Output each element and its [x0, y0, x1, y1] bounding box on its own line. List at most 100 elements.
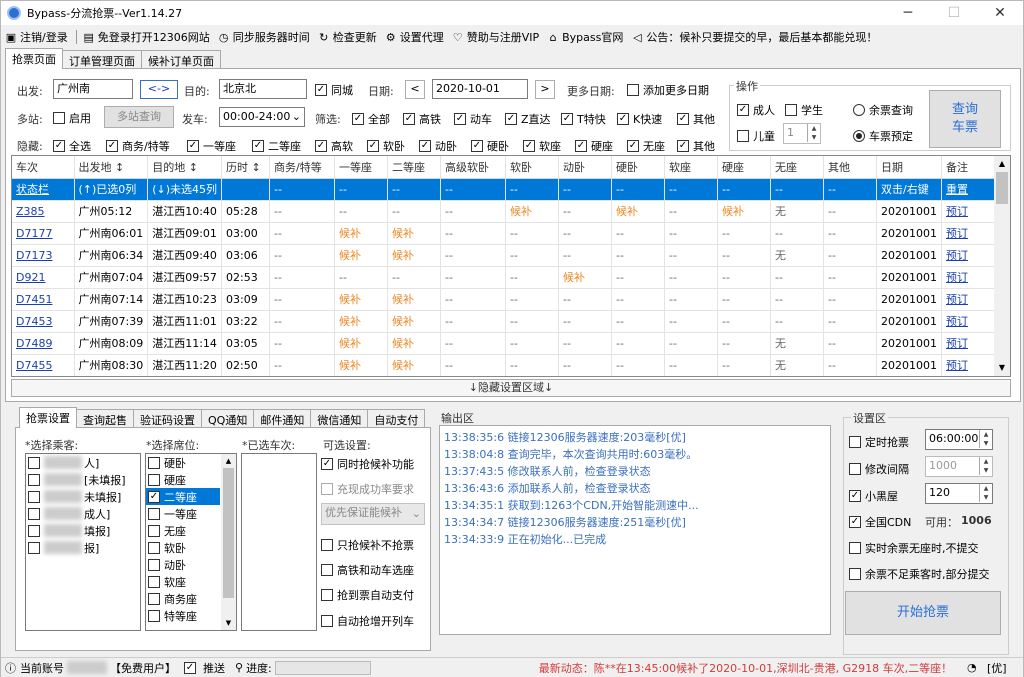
- table-row[interactable]: D7455 广州南08:30 湛江西11:20 02:50 -- 候补 候补 -- -- -- --…: [12, 354, 1009, 376]
- filter-other-checkbox[interactable]: 其他: [677, 111, 715, 127]
- waitlist-only-checkbox[interactable]: 只抢候补不抢票: [321, 537, 414, 553]
- hide-other-checkbox[interactable]: 其他: [677, 138, 715, 154]
- output-log[interactable]: 13:38:35:6 链接12306服务器速度:203毫秒[优] 13:38:04…: [439, 425, 831, 635]
- hide-soft-sleeper-checkbox[interactable]: 软卧: [367, 138, 405, 154]
- interval-input[interactable]: 1000 ▲ ▼: [925, 456, 993, 477]
- seat-list[interactable]: ▲ ▼ 硬卧硬座二等座一等座无座软卧动卧软座商务座特等座: [145, 453, 237, 631]
- scroll-up-icon[interactable]: ▲: [221, 454, 236, 468]
- extra-trains-checkbox[interactable]: 自动抢增开列车: [321, 613, 414, 629]
- passenger-item[interactable]: 成人]: [26, 505, 140, 522]
- remaining-query-radio[interactable]: 余票查询: [853, 102, 913, 118]
- seat-checkbox[interactable]: [148, 490, 160, 503]
- seat-checkbox[interactable]: [148, 456, 160, 469]
- hide-hard-sleeper-checkbox[interactable]: 硬卧: [471, 138, 509, 154]
- passenger-checkbox[interactable]: [28, 524, 40, 537]
- close-button[interactable]: ✕: [977, 1, 1023, 25]
- hide-all-checkbox[interactable]: 全选: [53, 138, 91, 154]
- filter-all-checkbox[interactable]: 全部: [352, 111, 390, 127]
- change-interval-checkbox[interactable]: 修改间隔: [849, 461, 909, 477]
- table-scrollbar[interactable]: ▲ ▼: [994, 156, 1010, 376]
- column-header[interactable]: 软卧: [505, 156, 559, 179]
- website-menu[interactable]: ⌂ Bypass官网: [547, 29, 624, 45]
- table-row[interactable]: D7451 广州南07:14 湛江西10:23 03:09 -- 候补 候补 -- -- -- --…: [12, 288, 1009, 311]
- passenger-checkbox[interactable]: [28, 541, 40, 554]
- enable-multi-checkbox[interactable]: 启用: [53, 110, 91, 126]
- train-number[interactable]: D7173: [12, 244, 75, 267]
- train-number[interactable]: 状态栏: [12, 178, 75, 201]
- train-number[interactable]: D921: [12, 266, 75, 289]
- to-input[interactable]: 北京北: [219, 79, 307, 99]
- waitlist-priority-select[interactable]: 优先保证能候补 ⌄: [321, 503, 425, 525]
- tab-ticket[interactable]: 抢票页面: [5, 48, 63, 69]
- train-number[interactable]: D7451: [12, 288, 75, 311]
- toggle-settings-bar[interactable]: ↓隐藏设置区域↓: [11, 379, 1011, 397]
- tab-waitlist-orders[interactable]: 候补订单页面: [141, 50, 221, 69]
- column-header[interactable]: 历时 ↕: [221, 156, 270, 179]
- hide-moving-sleeper-checkbox[interactable]: 动卧: [419, 138, 457, 154]
- tab-query-sale[interactable]: 查询起售: [76, 409, 134, 428]
- tab-autopay[interactable]: 自动支付: [367, 409, 426, 428]
- hide-high-soft-checkbox[interactable]: 高软: [315, 138, 353, 154]
- passenger-checkbox[interactable]: [28, 507, 40, 520]
- scroll-thumb[interactable]: [996, 172, 1008, 204]
- blackroom-checkbox[interactable]: 小黑屋: [849, 488, 898, 504]
- national-cdn-checkbox[interactable]: 全国CDN: [849, 514, 911, 530]
- timed-grab-checkbox[interactable]: 定时抢票: [849, 434, 909, 450]
- sync-time-menu[interactable]: ◷ 同步服务器时间: [218, 29, 310, 45]
- ticket-book-radio[interactable]: 车票预定: [853, 128, 913, 144]
- tab-wechat[interactable]: 微信通知: [310, 409, 369, 428]
- table-row[interactable]: D7489 广州南08:09 湛江西11:14 03:05 -- 候补 候补 -- -- -- --…: [12, 332, 1009, 355]
- scroll-down-icon[interactable]: ▼: [994, 360, 1010, 376]
- filter-z-checkbox[interactable]: Z直达: [505, 111, 551, 127]
- hide-second-class-checkbox[interactable]: 二等座: [252, 138, 301, 154]
- table-row[interactable]: D7173 广州南06:34 湛江西09:40 03:06 -- 候补 候补 -- -- -- --…: [12, 244, 1009, 267]
- passenger-item[interactable]: 未填报]: [26, 488, 140, 505]
- seat-checkbox[interactable]: [148, 524, 160, 537]
- hide-soft-seat-checkbox[interactable]: 软座: [523, 138, 561, 154]
- date-input[interactable]: 2020-10-01: [432, 79, 528, 99]
- seat-checkbox[interactable]: [148, 558, 160, 571]
- filter-gaotie-checkbox[interactable]: 高铁: [403, 111, 441, 127]
- hide-business-checkbox[interactable]: 商务/特等: [106, 138, 170, 154]
- column-header[interactable]: 其他: [823, 156, 877, 179]
- passenger-checkbox[interactable]: [28, 473, 40, 486]
- open-12306-menu[interactable]: ▤ 免登录打开12306网站: [83, 29, 210, 45]
- column-header[interactable]: 硬座: [717, 156, 771, 179]
- column-header[interactable]: 硬卧: [611, 156, 665, 179]
- start-grab-button[interactable]: 开始抢票: [845, 591, 1001, 635]
- table-row[interactable]: Z385 广州05:12 湛江西10:40 05:28 -- -- -- -- 候补 -- 候补 --…: [12, 200, 1009, 223]
- filter-t-checkbox[interactable]: T特快: [561, 111, 606, 127]
- success-rate-checkbox[interactable]: 充现成功率要求: [321, 481, 414, 497]
- column-header[interactable]: 商务/特等: [269, 156, 335, 179]
- student-checkbox[interactable]: 学生: [785, 102, 823, 118]
- child-checkbox[interactable]: 儿童: [737, 128, 775, 144]
- hide-no-seat-checkbox[interactable]: 无座: [627, 138, 665, 154]
- seat-list-scrollbar[interactable]: ▲ ▼: [221, 454, 236, 630]
- child-count-stepper[interactable]: 1 ▲ ▼: [783, 123, 821, 144]
- passenger-list[interactable]: 人] [未填报] 未填报] 成人] 填报] 报]: [25, 453, 141, 631]
- table-row[interactable]: D7177 广州南06:01 湛江西09:01 03:00 -- 候补 候补 -- -- -- --…: [12, 222, 1009, 245]
- status-row[interactable]: 状态栏 (↑)已选0列 (↓)未选45列 -- -- -- -- -- -- -- -- -- -- --…: [12, 178, 1009, 201]
- prev-date-button[interactable]: <: [405, 80, 425, 99]
- column-header[interactable]: 无座: [770, 156, 824, 179]
- column-header[interactable]: 出发地 ↕: [74, 156, 149, 179]
- passenger-checkbox[interactable]: [28, 456, 40, 469]
- announcement-menu[interactable]: ◁ 公告：候补只要提交的早，最后基本都能兑现！: [631, 29, 877, 45]
- query-tickets-button[interactable]: 查询 车票: [929, 90, 1001, 148]
- sponsor-menu[interactable]: ♡ 赞助与注册VIP: [452, 29, 539, 45]
- maximize-button[interactable]: ☐: [931, 1, 977, 25]
- train-number[interactable]: D7453: [12, 310, 75, 333]
- table-row[interactable]: D921 广州南07:04 湛江西09:57 02:53 -- -- -- -- -- 候补 -- -…: [12, 266, 1009, 289]
- no-seat-skip-checkbox[interactable]: 实时余票无座时,不提交: [849, 540, 979, 556]
- auto-pay-checkbox[interactable]: 抢到票自动支付: [321, 587, 414, 603]
- column-header[interactable]: 动卧: [558, 156, 612, 179]
- multi-query-button[interactable]: 多站查询: [104, 106, 174, 128]
- table-row[interactable]: D7453 广州南07:39 湛江西11:01 03:22 -- 候补 候补 -- -- -- --…: [12, 310, 1009, 333]
- seat-checkbox[interactable]: [148, 507, 160, 520]
- column-header[interactable]: 车次: [12, 156, 75, 179]
- push-checkbox[interactable]: [184, 661, 200, 674]
- proxy-menu[interactable]: ⚙ 设置代理: [385, 29, 444, 45]
- check-update-menu[interactable]: ↻ 检查更新: [318, 29, 377, 45]
- logout-login-menu[interactable]: ▣ 注销/登录: [5, 29, 68, 45]
- seat-item[interactable]: 二等座: [146, 488, 220, 505]
